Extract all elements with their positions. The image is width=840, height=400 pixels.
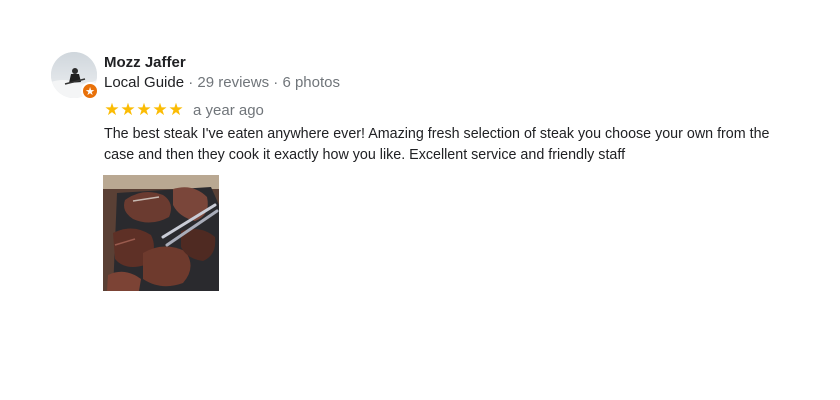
- meta-separator: ·: [269, 74, 283, 91]
- star-icon: ★: [136, 99, 152, 120]
- steak-photo-thumbnail[interactable]: [103, 175, 219, 291]
- local-guide-star-icon: ★: [81, 82, 99, 100]
- star-icon: ★: [168, 99, 184, 120]
- star-icon: ★: [152, 99, 168, 120]
- author-meta: Local Guide · 29 reviews · 6 photos: [104, 73, 794, 93]
- local-guide-label: Local Guide: [104, 74, 185, 91]
- reviews-count: 29 reviews: [197, 74, 270, 91]
- review-content: Mozz Jaffer Local Guide · 29 reviews · 6…: [104, 52, 794, 166]
- star-icon: ★: [120, 99, 136, 120]
- photos-count: 6 photos: [282, 74, 340, 91]
- author-avatar[interactable]: ★: [51, 52, 99, 100]
- review-text: The best steak I've eaten anywhere ever!…: [104, 126, 770, 163]
- review-time: a year ago: [193, 101, 264, 119]
- star-icon: ★: [104, 99, 120, 120]
- meta-separator: ·: [184, 74, 198, 91]
- author-name[interactable]: Mozz Jaffer: [104, 53, 186, 73]
- star-rating: ★ ★ ★ ★ ★: [104, 99, 184, 120]
- rating-row: ★ ★ ★ ★ ★ a year ago: [104, 100, 794, 120]
